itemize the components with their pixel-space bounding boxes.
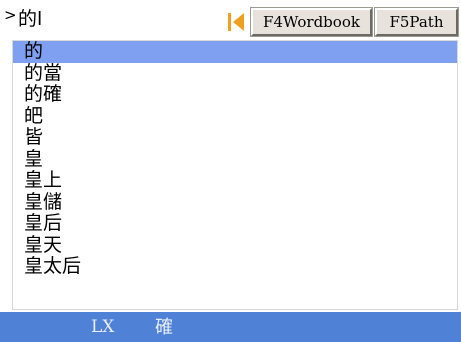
candidate-item[interactable]: 皅 [13,105,457,128]
composition-input[interactable]: 的l [18,6,42,32]
candidate-item[interactable]: 皇 [13,148,457,171]
prev-triangle-shape [233,13,244,31]
candidate-item[interactable]: 的當 [13,62,457,85]
prompt-arrow: > [4,6,17,24]
candidate-item[interactable]: 的確 [13,83,457,106]
candidate-list: 的 的當 的確 皅 皆 皇 皇上 皇儲 皇后 皇天 皇太后 [13,41,457,278]
candidate-item[interactable]: 皇儲 [13,191,457,214]
prev-bar-shape [228,13,231,31]
prev-page-icon[interactable] [228,12,246,32]
status-char: 確 [155,317,173,338]
status-code: LX [91,317,115,337]
candidate-item[interactable]: 的 [13,41,457,63]
candidate-item[interactable]: 皆 [13,126,457,149]
candidate-item[interactable]: 皇天 [13,234,457,257]
top-bar: > 的l F4Wordbook F5Path [0,0,461,40]
candidate-item[interactable]: 皇太后 [13,255,457,278]
path-button[interactable]: F5Path [374,7,459,37]
candidate-item[interactable]: 皇上 [13,169,457,192]
wordbook-button[interactable]: F4Wordbook [250,7,373,37]
candidate-list-frame: 的 的當 的確 皅 皆 皇 皇上 皇儲 皇后 皇天 皇太后 [12,40,458,310]
candidate-item[interactable]: 皇后 [13,212,457,235]
status-bar: LX 確 [0,312,461,342]
